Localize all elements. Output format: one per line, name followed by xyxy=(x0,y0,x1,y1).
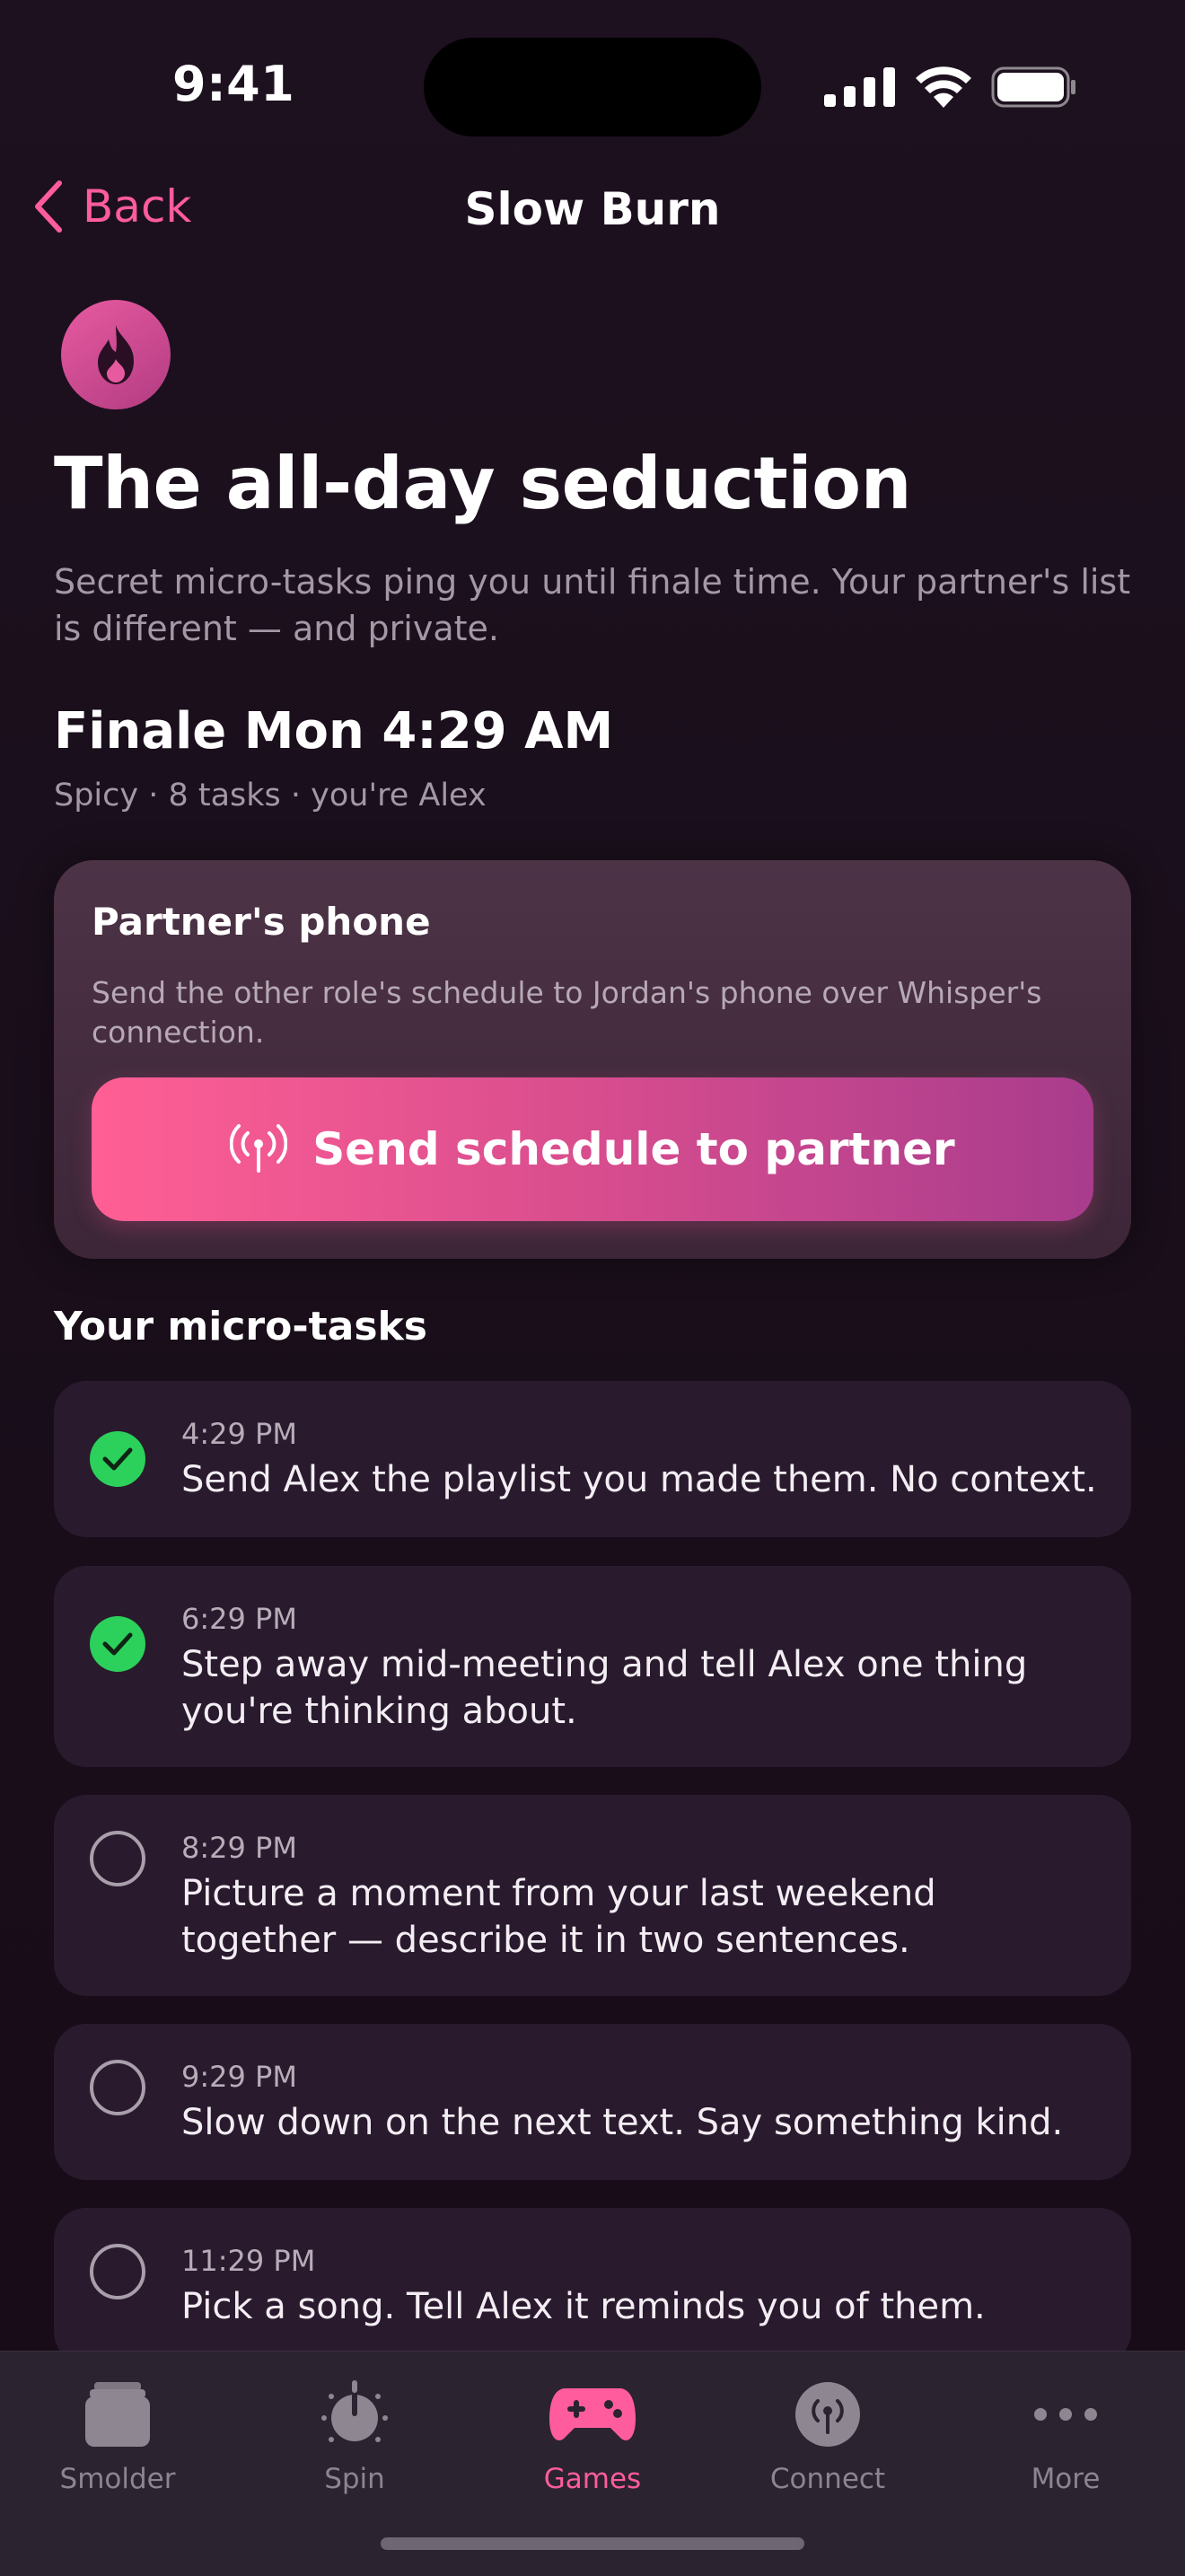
tab-label: More xyxy=(1031,2463,1101,2495)
task-time: 11:29 PM xyxy=(181,2244,316,2278)
task-time: 6:29 PM xyxy=(181,1602,297,1636)
task-item[interactable]: 6:29 PM Step away mid-meeting and tell A… xyxy=(54,1566,1131,1767)
tab-connect[interactable]: Connect xyxy=(738,2369,917,2495)
broadcast-icon xyxy=(795,2382,860,2447)
flame-badge xyxy=(61,300,171,409)
send-schedule-label: Send schedule to partner xyxy=(312,1123,955,1175)
wifi-icon xyxy=(916,66,971,108)
task-item[interactable]: 11:29 PM Pick a song. Tell Alex it remin… xyxy=(54,2208,1131,2364)
unchecked-circle-icon[interactable] xyxy=(90,1831,145,1886)
section-title-micro-tasks: Your micro-tasks xyxy=(54,1304,427,1350)
tab-label: Connect xyxy=(769,2463,886,2495)
status-icons xyxy=(824,66,1077,108)
completed-check-icon[interactable] xyxy=(90,1431,145,1487)
partner-card-description: Send the other role's schedule to Jordan… xyxy=(92,975,1042,1050)
task-text: Send Alex the playlist you made them. No… xyxy=(181,1459,1097,1500)
page-subtitle: Secret micro-tasks ping you until finale… xyxy=(54,562,1131,648)
task-text: Slow down on the next text. Say somethin… xyxy=(181,2102,1064,2143)
tab-label: Games xyxy=(543,2463,642,2495)
ellipsis-icon xyxy=(1034,2408,1097,2421)
task-text: Step away mid-meeting and tell Alex one … xyxy=(181,1644,1028,1732)
partner-card-title: Partner's phone xyxy=(92,900,431,944)
tab-more[interactable]: More xyxy=(976,2369,1155,2495)
app-screen: 9:41 Back Slow Burn The all-day seductio… xyxy=(0,0,1185,2576)
tab-label: Smolder xyxy=(59,2463,176,2495)
home-indicator xyxy=(381,2537,804,2550)
task-time: 4:29 PM xyxy=(181,1417,297,1451)
task-item[interactable]: 4:29 PM Send Alex the playlist you made … xyxy=(54,1381,1131,1537)
game-meta: Spicy · 8 tasks · you're Alex xyxy=(54,778,487,813)
tab-label: Spin xyxy=(324,2463,385,2495)
broadcast-icon xyxy=(230,1124,288,1173)
unchecked-circle-icon[interactable] xyxy=(90,2060,145,2115)
task-item[interactable]: 8:29 PM Picture a moment from your last … xyxy=(54,1795,1131,1996)
completed-check-icon[interactable] xyxy=(90,1616,145,1672)
cellular-signal-icon xyxy=(824,67,895,107)
timer-icon xyxy=(321,2380,388,2442)
task-item[interactable]: 9:29 PM Slow down on the next text. Say … xyxy=(54,2024,1131,2180)
stack-icon xyxy=(85,2382,150,2447)
task-time: 8:29 PM xyxy=(181,1831,297,1865)
tab-smolder[interactable]: Smolder xyxy=(28,2369,207,2495)
unchecked-circle-icon[interactable] xyxy=(90,2244,145,2299)
tab-games[interactable]: Games xyxy=(503,2369,682,2495)
nav-title: Slow Burn xyxy=(464,183,721,235)
flame-icon xyxy=(98,325,134,384)
page-headline: The all-day seduction xyxy=(54,442,912,525)
dynamic-island xyxy=(424,38,761,136)
task-text: Pick a song. Tell Alex it reminds you of… xyxy=(181,2286,986,2327)
status-time: 9:41 xyxy=(172,56,295,112)
send-schedule-button[interactable]: Send schedule to partner xyxy=(92,1077,1093,1221)
finale-time: Finale Mon 4:29 AM xyxy=(54,702,614,760)
gamepad-icon xyxy=(549,2388,636,2440)
task-text: Picture a moment from your last weekend … xyxy=(181,1873,936,1961)
battery-icon xyxy=(991,66,1075,108)
tab-spin[interactable]: Spin xyxy=(265,2369,444,2495)
task-time: 9:29 PM xyxy=(181,2060,297,2094)
partner-phone-card: Partner's phone Send the other role's sc… xyxy=(54,860,1131,1259)
